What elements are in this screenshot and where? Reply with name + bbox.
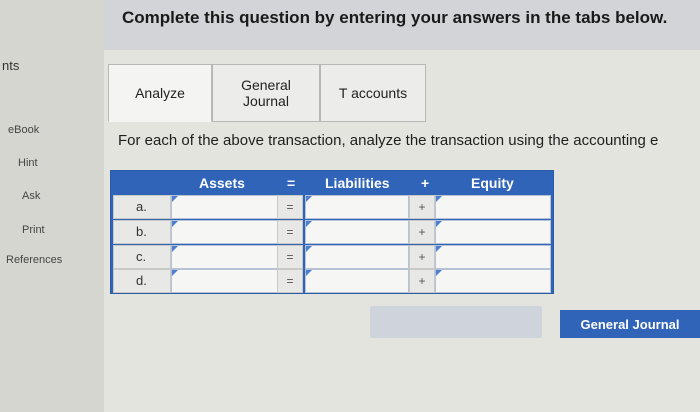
equals-sign: = (277, 195, 303, 219)
plus-sign: + (409, 269, 435, 293)
sidebar-item-hint[interactable]: Hint (18, 157, 38, 169)
row-label-c: c. (113, 245, 171, 269)
tab-label: Analyze (135, 85, 185, 101)
liabilities-input-d[interactable] (305, 269, 409, 293)
equity-input-a[interactable] (435, 195, 551, 219)
equity-input-b[interactable] (435, 220, 551, 244)
row-label-a: a. (113, 195, 171, 219)
plus-sign: + (409, 220, 435, 244)
plus-sign: + (409, 245, 435, 269)
liabilities-input-b[interactable] (305, 220, 409, 244)
col-header-liabilities: Liabilities (325, 175, 390, 191)
accounting-equation-table: Assets = Liabilities + Equity a. = + b. … (110, 170, 554, 294)
equals-sign: = (277, 245, 303, 269)
equity-input-c[interactable] (435, 245, 551, 269)
col-header-equity: Equity (471, 175, 514, 191)
liabilities-input-c[interactable] (305, 245, 409, 269)
col-header-plus: + (421, 175, 430, 191)
instructions-prompt: For each of the above transaction, analy… (118, 132, 659, 149)
tab-t-accounts[interactable]: T accounts (320, 64, 426, 122)
equals-sign: = (277, 269, 303, 293)
instruction-text: Complete this question by entering your … (122, 8, 668, 27)
sidebar-item-ask[interactable]: Ask (22, 190, 40, 202)
tab-label: T accounts (338, 85, 408, 101)
equity-input-d[interactable] (435, 269, 551, 293)
row-label-b: b. (113, 220, 171, 244)
col-header-assets: Assets (199, 175, 245, 191)
col-header-equals: = (287, 175, 296, 191)
tab-general-journal[interactable]: General Journal (212, 64, 320, 122)
row-label-d: d. (113, 269, 171, 293)
next-tab-button[interactable]: General Journal (560, 310, 700, 338)
tab-analyze[interactable]: Analyze (108, 64, 212, 122)
sidebar-item-references[interactable]: References (6, 254, 62, 266)
equals-sign: = (277, 220, 303, 244)
previous-tab-button[interactable] (370, 306, 542, 338)
sidebar-item-print[interactable]: Print (22, 224, 45, 236)
liabilities-input-a[interactable] (305, 195, 409, 219)
tab-label: General Journal (241, 77, 291, 109)
points-label-partial: nts (2, 58, 20, 73)
plus-sign: + (409, 195, 435, 219)
sidebar-item-ebook[interactable]: eBook (8, 124, 39, 136)
